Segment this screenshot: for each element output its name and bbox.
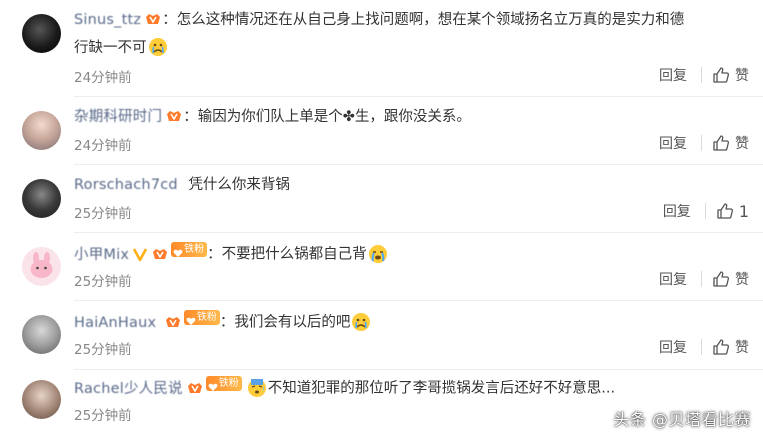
vip-badge-icon <box>144 11 162 34</box>
avatar[interactable] <box>22 14 61 53</box>
vip-badge-icon <box>165 108 183 131</box>
comment-item: Sinus_ttz ：怎么这种情况还在从自己身上找问题啊，想在某个领域扬名立万真的… <box>0 0 763 96</box>
fan-badge: 铁粉 <box>205 376 242 391</box>
username[interactable]: 小甲Mix <box>74 247 129 263</box>
avatar[interactable] <box>22 111 61 150</box>
username[interactable]: HaiAnHaux <box>74 315 156 331</box>
heart-icon <box>186 313 196 325</box>
avatar[interactable] <box>22 380 61 419</box>
fan-badge: 铁粉 <box>171 242 208 257</box>
comment-time: 24分钟前 <box>74 70 132 86</box>
thumbs-up-icon <box>713 135 730 151</box>
avatar[interactable] <box>22 315 61 354</box>
like-count: 1 <box>738 201 749 221</box>
comment-time: 25分钟前 <box>74 206 132 222</box>
username[interactable]: Sinus_ttz <box>74 12 141 28</box>
username[interactable]: 杂期科研时门 <box>74 109 162 125</box>
fan-badge-label: 铁粉 <box>184 243 205 255</box>
comment-time: 25分钟前 <box>74 274 132 290</box>
heart-icon <box>173 245 183 257</box>
action-divider <box>701 339 702 355</box>
thumbs-up-icon <box>717 203 733 219</box>
avatar[interactable] <box>22 179 61 218</box>
action-divider <box>701 271 702 287</box>
comment-time: 25分钟前 <box>74 342 132 358</box>
reply-button[interactable]: 回复 <box>659 65 687 85</box>
reply-button[interactable]: 回复 <box>659 337 687 357</box>
reply-button[interactable]: 回复 <box>659 269 687 289</box>
comment-text: ：不要把什么锅都自己背 <box>207 246 367 263</box>
rabbit-avatar-icon <box>30 252 53 278</box>
comment-item: 杂期科研时门 ：输因为你们队上单是个✤生，跟你没关系。 24分钟前 回复 赞 <box>0 97 763 164</box>
username[interactable]: Rorschach7cd <box>74 177 178 193</box>
like-button[interactable]: 赞 <box>712 337 749 357</box>
reply-button[interactable]: 回复 <box>663 201 691 221</box>
comment-text: ：我们会有以后的吧 <box>219 314 351 331</box>
fan-badge-label: 铁粉 <box>218 377 239 389</box>
like-button[interactable]: 赞 <box>712 269 749 289</box>
action-divider <box>701 67 702 83</box>
like-label: 赞 <box>735 68 749 84</box>
sobbing-emoji-icon <box>368 244 387 263</box>
action-divider <box>701 135 702 151</box>
crying-emoji-icon <box>352 312 371 331</box>
like-button[interactable]: 赞 <box>712 133 749 153</box>
comment-item: Rorschach7cd 凭什么你来背锅 25分钟前 回复 1 <box>0 165 763 232</box>
vip-badge-icon <box>151 246 169 269</box>
reply-button[interactable]: 回复 <box>659 133 687 153</box>
thumbs-up-icon <box>713 271 730 287</box>
comment-time: 24分钟前 <box>74 138 132 154</box>
comment-text: 不知道犯罪的那位听了李哥揽锅发言后还好不好意思... <box>267 380 616 397</box>
comment-text: 凭什么你来背锅 <box>188 177 290 193</box>
avatar[interactable] <box>22 247 61 286</box>
fan-badge-label: 铁粉 <box>196 311 217 323</box>
watermark: 头条 @贝塔看比赛 <box>613 410 751 429</box>
vip-badge-icon <box>186 380 204 403</box>
thumbs-up-icon <box>713 67 730 83</box>
action-divider <box>704 203 706 219</box>
comment-item: 小甲Mix 铁粉 ：不要把什么锅都自己背 25分钟前 回复 赞 <box>0 233 763 300</box>
comment-text: ：输因为你们队上单是个✤生，跟你没关系。 <box>183 109 471 125</box>
crying-emoji-icon <box>148 38 167 56</box>
cold-sweat-emoji-icon <box>247 378 266 397</box>
like-button[interactable]: 1 <box>716 202 749 221</box>
username[interactable]: Rachel少人民说 <box>74 381 183 397</box>
like-button[interactable]: 赞 <box>712 65 749 85</box>
thumbs-up-icon <box>713 339 730 355</box>
like-label: 赞 <box>735 136 749 152</box>
like-label: 赞 <box>735 272 749 288</box>
like-label: 赞 <box>735 340 749 356</box>
fan-badge: 铁粉 <box>183 310 220 325</box>
comment-item: HaiAnHaux 铁粉 ：我们会有以后的吧 25分钟前 回复 赞 <box>0 301 763 369</box>
vip-badge-icon <box>164 314 182 337</box>
heart-icon <box>208 379 218 391</box>
verified-v-icon <box>132 246 148 269</box>
comment-text: ：怎么这种情况还在从自己身上找问题啊，想在某个领域扬名立万真的是实力和德 <box>162 12 685 28</box>
comment-time: 25分钟前 <box>74 408 132 424</box>
comment-text-cont: 行缺一不可 <box>74 40 147 56</box>
